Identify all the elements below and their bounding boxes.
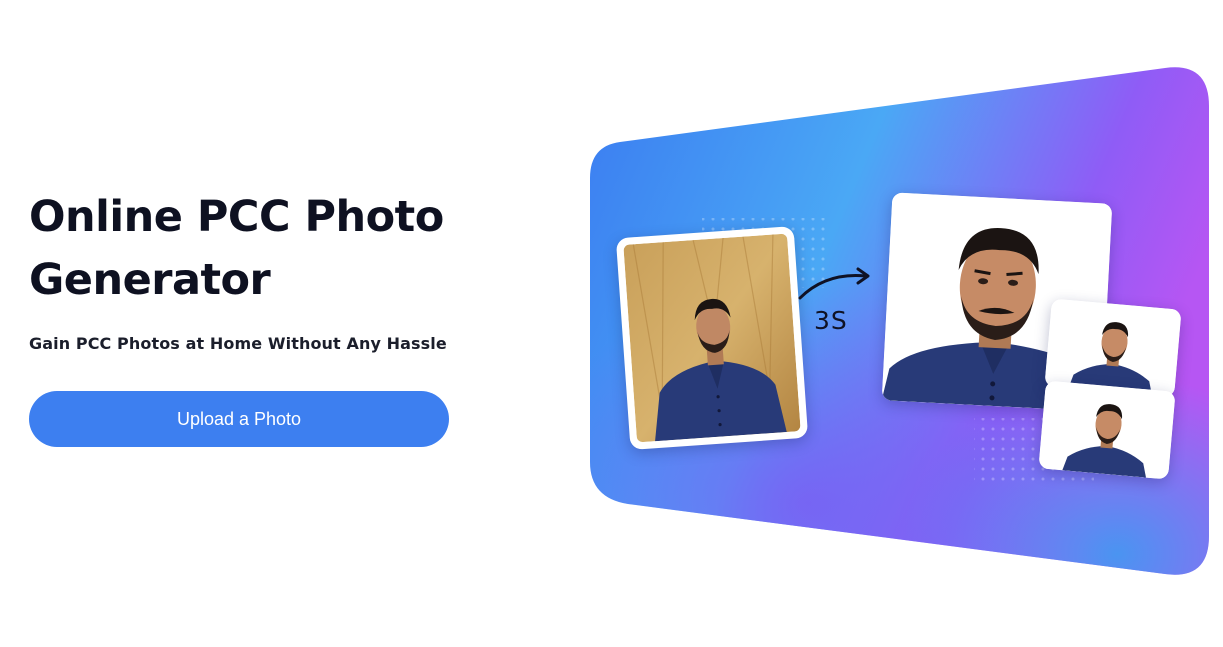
page-title-line-1: Online PCC Photo (29, 192, 444, 242)
original-photo (623, 233, 801, 443)
passport-photo-small-bottom (1038, 380, 1176, 480)
original-photo-card (615, 226, 809, 450)
page-subtitle: Gain PCC Photos at Home Without Any Hass… (29, 334, 447, 353)
curved-arrow-right-icon (798, 267, 870, 300)
page-title-line-2: Generator (29, 255, 271, 305)
passport-photo-bottom (1038, 380, 1176, 480)
processing-time-label: 3S (814, 306, 848, 335)
hero-banner: 3S (590, 66, 1210, 580)
page: Online PCC Photo Generator Gain PCC Phot… (0, 0, 1223, 647)
upload-photo-button[interactable]: Upload a Photo (29, 391, 449, 447)
page-title: Online PCC Photo Generator (29, 186, 509, 312)
hero-section: Online PCC Photo Generator Gain PCC Phot… (29, 186, 509, 354)
